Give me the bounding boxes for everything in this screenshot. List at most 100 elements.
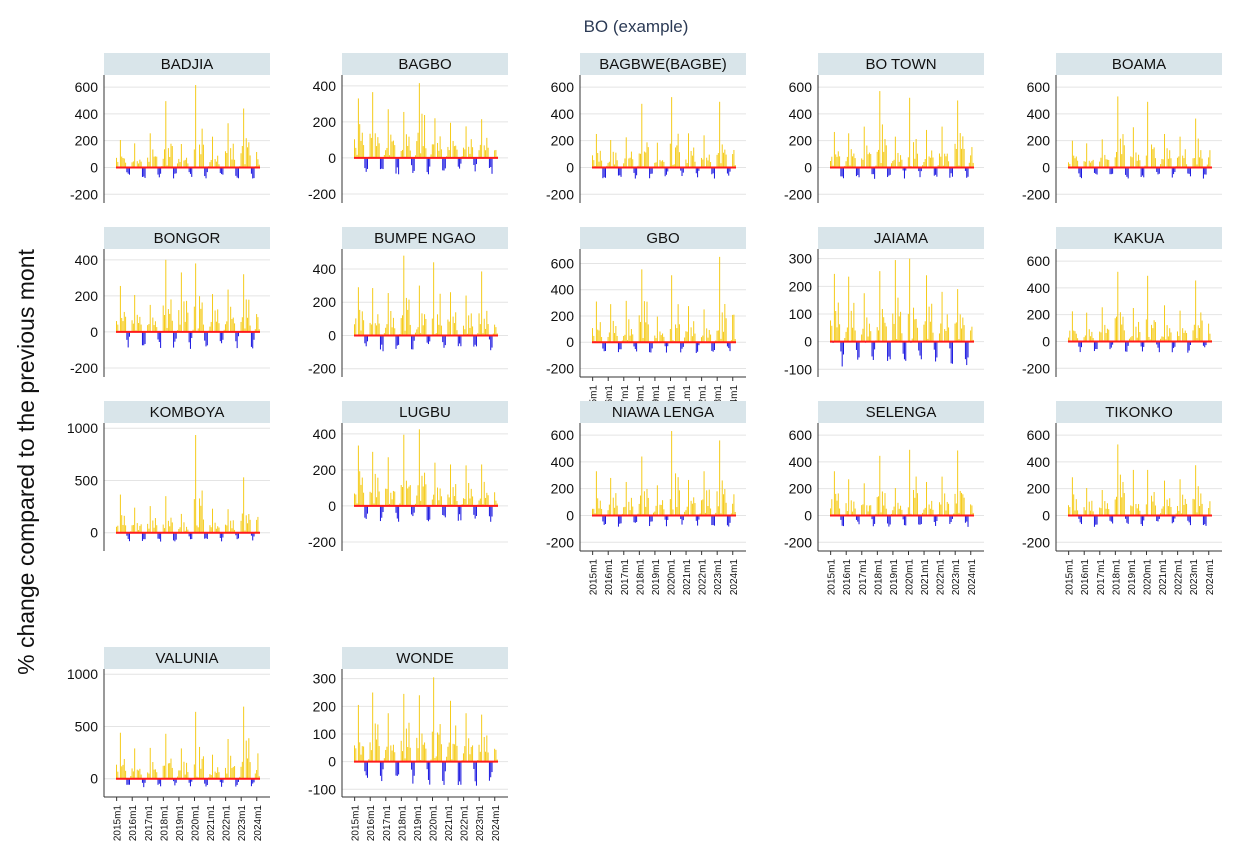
bar	[595, 133, 597, 168]
bar	[131, 525, 133, 533]
bar	[695, 342, 697, 353]
bar	[630, 497, 632, 516]
panel: KAKUA 600 400 200 0 -200	[1022, 227, 1222, 377]
bar	[219, 331, 221, 342]
bar	[248, 142, 250, 168]
bar	[193, 149, 195, 168]
bar	[149, 747, 151, 779]
bar	[235, 331, 237, 342]
bar	[183, 761, 185, 779]
bar	[636, 167, 638, 176]
x-tick-label: 2018m1	[1111, 559, 1122, 596]
bar	[1086, 143, 1088, 168]
bar	[853, 501, 855, 516]
bar	[122, 764, 124, 779]
bar	[924, 507, 926, 516]
bar	[703, 309, 705, 343]
bar	[913, 307, 915, 342]
x-tick-label: 2018m1	[397, 805, 408, 842]
bar	[630, 329, 632, 343]
bar	[174, 331, 176, 342]
bar	[226, 525, 228, 533]
bar	[616, 505, 618, 516]
panel: VALUNIA 1000 500 0 2015m1 2016m1 2017m1 2018m1 2…	[67, 647, 270, 841]
bar	[365, 761, 367, 776]
bar	[933, 341, 935, 350]
bar	[390, 310, 392, 336]
bar	[470, 746, 472, 762]
bar	[235, 167, 237, 176]
bar	[447, 319, 449, 336]
bar	[472, 745, 474, 762]
y-tick-label: 200	[75, 288, 99, 304]
bar	[227, 509, 229, 533]
bar	[167, 763, 169, 779]
bar	[400, 318, 402, 336]
bar	[723, 494, 725, 516]
bar	[1119, 138, 1121, 168]
bar	[116, 321, 118, 332]
bar	[475, 335, 477, 347]
bar	[377, 477, 379, 506]
bar	[481, 714, 483, 762]
bar	[1099, 507, 1101, 516]
bar	[424, 742, 426, 762]
bar	[214, 310, 216, 332]
bar	[693, 147, 695, 168]
bar	[377, 724, 379, 762]
bar	[167, 148, 169, 168]
bar	[1141, 167, 1143, 176]
bar	[1170, 332, 1172, 342]
bar	[669, 499, 671, 516]
bar	[123, 758, 125, 779]
bar	[376, 325, 378, 336]
bar	[218, 323, 220, 332]
bar	[232, 520, 234, 533]
y-tick-label: 100	[313, 726, 337, 742]
bar	[472, 326, 474, 336]
bar	[1091, 331, 1093, 342]
bar	[894, 488, 896, 516]
bar	[967, 167, 969, 177]
bar	[602, 167, 604, 179]
x-tick-label: 2016m1	[842, 559, 853, 596]
bar	[193, 306, 195, 332]
panel: TIKONKO 600 400 200 0 -200 2015m1 2016m1 2017m1 2…	[1022, 401, 1222, 595]
bar	[839, 508, 841, 516]
bar	[837, 493, 839, 516]
y-tick-label: 0	[328, 754, 336, 770]
bar	[1080, 515, 1082, 525]
bar	[1188, 341, 1190, 351]
bar	[385, 327, 387, 336]
bar	[119, 732, 121, 779]
bar	[1192, 498, 1194, 516]
y-tick-label: 0	[1042, 507, 1050, 523]
bar	[712, 342, 714, 352]
bar	[1200, 150, 1202, 168]
bar	[360, 484, 362, 506]
bar	[468, 146, 470, 158]
bar	[210, 160, 212, 168]
bar	[386, 488, 388, 506]
x-tick-label: 2018m1	[159, 805, 170, 842]
bar	[409, 150, 411, 158]
bar	[702, 159, 704, 168]
bar	[164, 315, 166, 332]
bar	[169, 313, 171, 332]
bar	[364, 761, 366, 772]
bar	[1205, 515, 1207, 526]
bar	[382, 761, 384, 770]
bar	[453, 496, 455, 506]
bar	[490, 335, 492, 351]
bar	[656, 485, 658, 516]
bar	[665, 167, 667, 175]
bar	[469, 754, 471, 762]
bar	[494, 324, 496, 336]
bar	[725, 318, 727, 343]
bar	[1119, 474, 1121, 516]
bar	[443, 505, 445, 516]
bar	[418, 83, 420, 158]
bar	[1179, 310, 1181, 342]
bar	[363, 746, 365, 762]
panel-title: TIKONKO	[1105, 404, 1173, 421]
